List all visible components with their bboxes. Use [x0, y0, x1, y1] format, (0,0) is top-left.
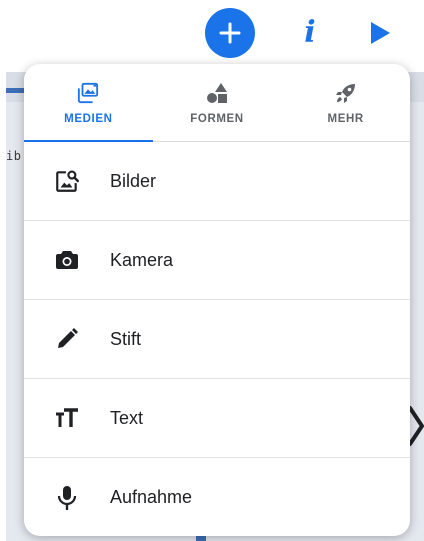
- image-search-icon: [54, 168, 80, 194]
- menu-list: Bilder Kamera Stift Text Aufnahme: [24, 142, 410, 536]
- menu-item-label: Stift: [110, 328, 142, 349]
- info-button[interactable]: i: [290, 12, 330, 54]
- menu-item-stift[interactable]: Stift: [24, 300, 410, 379]
- menu-item-text[interactable]: Text: [24, 379, 410, 458]
- shapes-icon: [205, 81, 229, 105]
- tab-medien[interactable]: MEDIEN: [24, 64, 153, 142]
- menu-item-aufnahme[interactable]: Aufnahme: [24, 458, 410, 536]
- pencil-icon: [54, 326, 80, 352]
- tab-formen[interactable]: FORMEN: [153, 64, 282, 141]
- play-icon: [371, 22, 390, 44]
- text-size-icon: [54, 405, 80, 431]
- play-button[interactable]: [362, 14, 398, 52]
- plus-icon: [219, 22, 241, 44]
- info-icon: i: [304, 15, 316, 50]
- menu-item-label: Bilder: [110, 170, 157, 191]
- menu-item-label: Kamera: [110, 249, 174, 270]
- tab-label: MEHR: [327, 113, 364, 125]
- chevron-right-icon[interactable]: [408, 404, 424, 448]
- menu-item-kamera[interactable]: Kamera: [24, 221, 410, 300]
- tab-label: FORMEN: [190, 113, 244, 125]
- microphone-icon: [54, 485, 80, 511]
- tab-label: MEDIEN: [64, 113, 113, 125]
- tab-bar: MEDIEN FORMEN MEHR: [24, 64, 410, 142]
- menu-item-label: Aufnahme: [110, 487, 193, 507]
- tab-mehr[interactable]: MEHR: [281, 64, 410, 141]
- add-button[interactable]: [205, 8, 255, 58]
- media-icon: [76, 81, 100, 105]
- rocket-icon: [334, 81, 358, 105]
- menu-item-label: Text: [110, 407, 144, 428]
- background-text-snippet: ib: [6, 149, 22, 163]
- insert-menu-popup: MEDIEN FORMEN MEHR Bilder Kamera Stift T…: [24, 64, 410, 536]
- camera-icon: [54, 247, 80, 273]
- menu-item-bilder[interactable]: Bilder: [24, 142, 410, 221]
